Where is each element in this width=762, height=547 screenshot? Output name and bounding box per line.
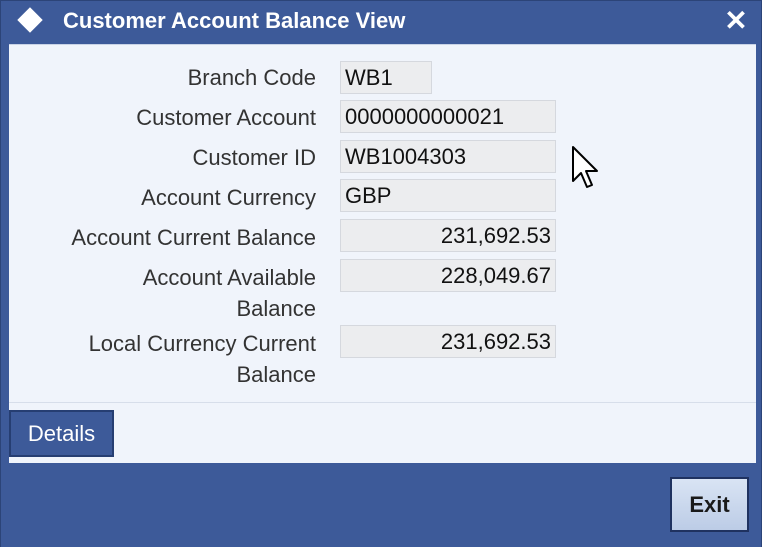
account-current-balance-label: Account Current Balance xyxy=(71,225,316,250)
branch-code-field[interactable]: WB1 xyxy=(340,61,432,94)
window-title: Customer Account Balance View xyxy=(63,8,406,33)
account-available-balance-label-line2: Balance xyxy=(236,296,316,321)
mouse-pointer-icon xyxy=(572,146,598,188)
close-icon[interactable]: ✕ xyxy=(721,5,751,36)
balance-form: Branch Code WB1 Customer Account 0000000… xyxy=(9,44,756,402)
local-currency-balance-label-line2: Balance xyxy=(236,362,316,387)
customer-id-label: Customer ID xyxy=(192,145,316,170)
exit-button[interactable]: Exit xyxy=(670,477,749,532)
customer-account-field[interactable]: 0000000000021 xyxy=(340,100,556,133)
customer-account-label: Customer Account xyxy=(136,105,316,130)
local-currency-balance-label-line1: Local Currency Current xyxy=(88,331,316,356)
title-bar[interactable]: Customer Account Balance View ✕ xyxy=(1,1,761,41)
account-current-balance-field[interactable]: 231,692.53 xyxy=(340,219,556,252)
details-button[interactable]: Details xyxy=(9,410,114,457)
account-available-balance-field[interactable]: 228,049.67 xyxy=(340,259,556,292)
account-currency-field[interactable]: GBP xyxy=(340,179,556,212)
branch-code-label: Branch Code xyxy=(187,65,316,90)
customer-id-field[interactable]: WB1004303 xyxy=(340,140,556,173)
dialog-footer: Exit xyxy=(1,463,761,547)
local-currency-balance-field[interactable]: 231,692.53 xyxy=(340,325,556,358)
details-toolbar: Details xyxy=(9,402,756,463)
account-available-balance-label-line1: Account Available xyxy=(142,265,316,290)
account-currency-label: Account Currency xyxy=(141,185,316,210)
diamond-icon xyxy=(17,7,43,33)
account-balance-dialog: Customer Account Balance View ✕ Branch C… xyxy=(0,0,762,547)
